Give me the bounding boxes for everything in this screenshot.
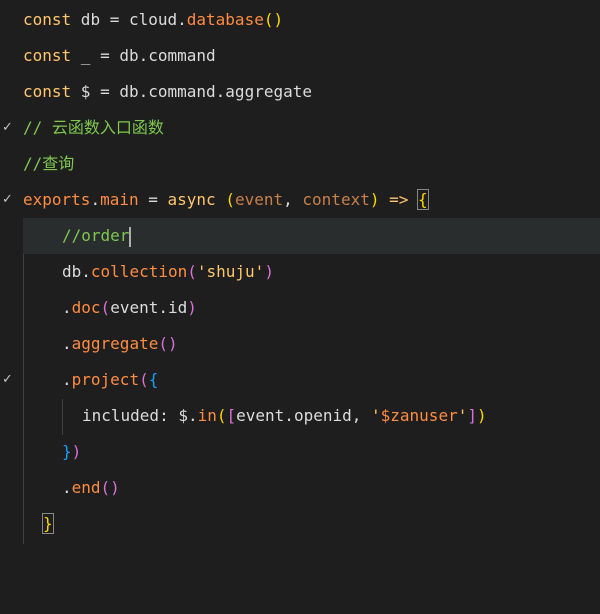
code-text: .project({ [62, 362, 158, 398]
code-token: . [62, 478, 72, 497]
code-token: ( [139, 370, 149, 389]
code-token: doc [71, 298, 101, 317]
comment: //查询 [23, 154, 75, 173]
code-token: ) [264, 262, 274, 281]
code-token: = [138, 190, 168, 209]
code-text: }) [62, 434, 81, 470]
code-token: main [100, 190, 139, 209]
keyword-const: const [23, 82, 72, 101]
code-token: ] [467, 406, 477, 425]
code-line-1[interactable]: const db = cloud.database() [0, 2, 600, 38]
code-token: ) [476, 406, 487, 425]
code-text: included: $.in([event.openid, '$zanuser'… [82, 398, 487, 434]
code-token: . [62, 298, 72, 317]
code-token: . [62, 370, 72, 389]
code-text: //order [62, 218, 132, 254]
code-text: .end() [62, 470, 120, 506]
code-token: db. [62, 262, 91, 281]
code-text: const $ = db.command.aggregate [23, 74, 312, 110]
open-brace: { [417, 189, 429, 210]
code-text: .doc(event.id) [62, 290, 197, 326]
fold-check-icon[interactable]: ✓ [2, 362, 14, 398]
code-token: () [100, 478, 120, 497]
code-token: included: $. [82, 406, 198, 425]
fold-check-icon[interactable]: ✓ [2, 110, 14, 146]
code-line-2[interactable]: const _ = db.command [0, 38, 600, 74]
code-line-3[interactable]: const $ = db.command.aggregate [0, 74, 600, 110]
code-token: { [148, 370, 159, 389]
code-line-14[interactable]: .end() [0, 470, 600, 506]
keyword-const: const [23, 46, 72, 65]
keyword-async: async [167, 190, 216, 209]
code-token: _ = db.command [71, 46, 216, 65]
code-token: db = cloud. [71, 10, 187, 29]
string-literal: 'shuju' [196, 262, 265, 281]
code-line-5[interactable]: //查询 [0, 146, 600, 182]
code-token: ( [216, 406, 227, 425]
code-line-13[interactable]: }) [0, 434, 600, 470]
code-token: project [71, 370, 140, 389]
code-line-15[interactable]: } [0, 506, 600, 542]
code-token: database [186, 10, 264, 29]
code-line-10[interactable]: .aggregate() [0, 326, 600, 362]
code-token: [ [226, 406, 237, 425]
text-cursor [129, 226, 132, 247]
code-line-11[interactable]: ✓ .project({ [0, 362, 600, 398]
code-text: db.collection('shuju') [62, 254, 274, 290]
code-token: , [283, 190, 303, 209]
code-token: ( [187, 262, 197, 281]
code-line-12[interactable]: included: $.in([event.openid, '$zanuser'… [0, 398, 600, 434]
code-token: exports [23, 190, 91, 209]
code-token: $ = db.command.aggregate [71, 82, 312, 101]
string-literal: $zanuser [380, 406, 458, 425]
code-token: ( [225, 190, 235, 209]
param-context: context [302, 190, 370, 209]
param-event: event [234, 190, 284, 209]
code-text: exports.main = async (event, context) =>… [23, 182, 429, 218]
code-token: } [62, 442, 72, 461]
keyword-const: const [23, 10, 72, 29]
code-editor[interactable]: const db = cloud.database() const _ = db… [0, 0, 600, 563]
code-token: in [197, 406, 217, 425]
code-token: ) [187, 298, 197, 317]
code-token: end [71, 478, 101, 497]
comment: // 云函数入口函数 [23, 118, 164, 137]
code-line-6[interactable]: ✓ exports.main = async (event, context) … [0, 182, 600, 218]
code-text: const _ = db.command [23, 38, 216, 74]
code-token: event.openid, [236, 406, 371, 425]
code-token: ' [457, 406, 468, 425]
code-token: => [379, 190, 419, 209]
code-token: ( [100, 298, 111, 317]
code-token: () [263, 10, 284, 29]
code-token: . [62, 334, 72, 353]
code-text: const db = cloud.database() [23, 2, 283, 38]
close-brace: } [42, 513, 54, 534]
code-line-7-current[interactable]: //order [23, 218, 600, 254]
code-token: ' [371, 406, 381, 425]
comment: //order [62, 226, 130, 245]
code-token: () [158, 334, 178, 353]
code-token: collection [90, 262, 188, 281]
code-token: ) [71, 442, 82, 461]
code-token: event.id [110, 298, 188, 317]
code-token: aggregate [71, 334, 159, 353]
code-text: } [42, 506, 54, 542]
code-text: // 云函数入口函数 [23, 110, 164, 146]
code-token: . [90, 190, 101, 209]
code-line-8[interactable]: db.collection('shuju') [0, 254, 600, 290]
code-line-4[interactable]: ✓ // 云函数入口函数 [0, 110, 600, 146]
code-line-9[interactable]: .doc(event.id) [0, 290, 600, 326]
code-text: //查询 [23, 146, 74, 182]
fold-check-icon[interactable]: ✓ [2, 182, 14, 218]
code-text: .aggregate() [62, 326, 178, 362]
